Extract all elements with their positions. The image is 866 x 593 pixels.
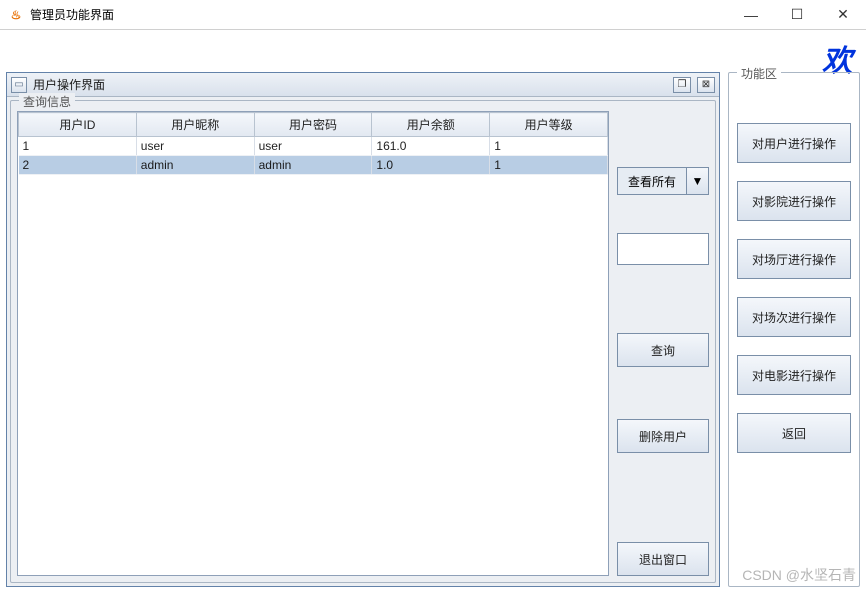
internal-frame-titlebar[interactable]: ▭ 用户操作界面 ❐ ⊠ xyxy=(7,73,719,97)
cell[interactable]: user xyxy=(136,137,254,156)
cell[interactable]: admin xyxy=(254,156,372,175)
cell[interactable]: 1.0 xyxy=(372,156,490,175)
frame-maximize-button[interactable]: ❐ xyxy=(673,77,691,93)
user-ops-button[interactable]: 对用户进行操作 xyxy=(737,123,851,163)
movie-ops-button[interactable]: 对电影进行操作 xyxy=(737,355,851,395)
internal-frame-title: 用户操作界面 xyxy=(33,76,667,93)
window-title: 管理员功能界面 xyxy=(30,6,114,23)
cell[interactable]: admin xyxy=(136,156,254,175)
session-ops-button[interactable]: 对场次进行操作 xyxy=(737,297,851,337)
fieldset-legend: 查询信息 xyxy=(19,93,75,110)
col-user-nickname[interactable]: 用户昵称 xyxy=(136,113,254,137)
close-button[interactable]: ✕ xyxy=(820,0,866,30)
minimize-button[interactable]: — xyxy=(728,0,774,30)
function-panel: 功能区 对用户进行操作 对影院进行操作 对场厅进行操作 对场次进行操作 对电影进… xyxy=(728,72,860,587)
cell[interactable]: 1 xyxy=(490,137,608,156)
table-row[interactable]: 1 user user 161.0 1 xyxy=(19,137,608,156)
cell[interactable]: 1 xyxy=(490,156,608,175)
user-table[interactable]: 用户ID 用户昵称 用户密码 用户余额 用户等级 1 u xyxy=(17,111,609,576)
cell[interactable]: 161.0 xyxy=(372,137,490,156)
query-side-panel: 查看所有 ▼ 查询 删除用户 退出窗口 xyxy=(617,111,709,576)
col-user-level[interactable]: 用户等级 xyxy=(490,113,608,137)
back-button[interactable]: 返回 xyxy=(737,413,851,453)
filter-combo-value: 查看所有 xyxy=(618,168,686,194)
col-user-balance[interactable]: 用户余额 xyxy=(372,113,490,137)
delete-user-button[interactable]: 删除用户 xyxy=(617,419,709,453)
search-button[interactable]: 查询 xyxy=(617,333,709,367)
hall-ops-button[interactable]: 对场厅进行操作 xyxy=(737,239,851,279)
window-titlebar: ♨ 管理员功能界面 — ☐ ✕ xyxy=(0,0,866,30)
cell[interactable]: user xyxy=(254,137,372,156)
function-panel-legend: 功能区 xyxy=(737,65,781,82)
table-header-row: 用户ID 用户昵称 用户密码 用户余额 用户等级 xyxy=(19,113,608,137)
filter-combo[interactable]: 查看所有 ▼ xyxy=(617,167,709,195)
table-row[interactable]: 2 admin admin 1.0 1 xyxy=(19,156,608,175)
frame-close-button[interactable]: ⊠ xyxy=(697,77,715,93)
java-cup-icon: ♨ xyxy=(8,7,24,23)
col-user-id[interactable]: 用户ID xyxy=(19,113,137,137)
internal-frame: ▭ 用户操作界面 ❐ ⊠ 查询信息 用户ID xyxy=(6,72,720,587)
chevron-down-icon[interactable]: ▼ xyxy=(686,168,708,194)
search-input[interactable] xyxy=(617,233,709,265)
maximize-button[interactable]: ☐ xyxy=(774,0,820,30)
col-user-password[interactable]: 用户密码 xyxy=(254,113,372,137)
cell[interactable]: 2 xyxy=(19,156,137,175)
cinema-ops-button[interactable]: 对影院进行操作 xyxy=(737,181,851,221)
content-area: 欢 ▭ 用户操作界面 ❐ ⊠ 查询信息 xyxy=(0,30,866,593)
frame-icon: ▭ xyxy=(11,77,27,93)
cell[interactable]: 1 xyxy=(19,137,137,156)
query-fieldset: 查询信息 用户ID 用户昵称 用户密码 用户余额 用户等级 xyxy=(10,100,716,583)
exit-window-button[interactable]: 退出窗口 xyxy=(617,542,709,576)
window-controls: — ☐ ✕ xyxy=(728,0,866,30)
